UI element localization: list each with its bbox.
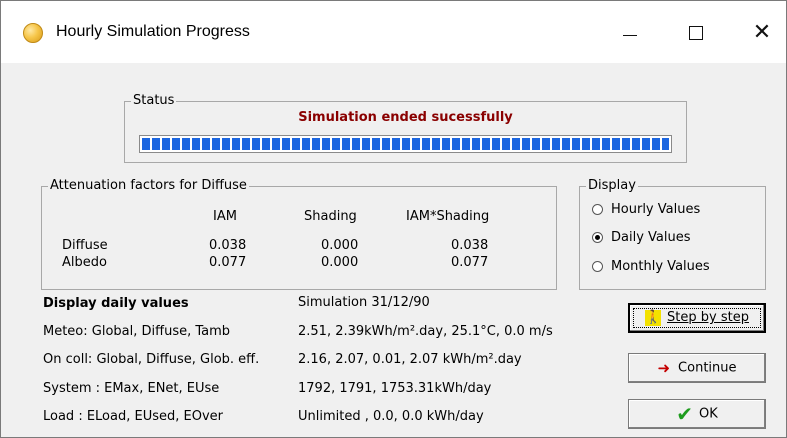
system-label: System : EMax, ENet, EUse	[43, 381, 220, 396]
attenuation-group: Attenuation factors for Diffuse IAM Shad…	[41, 179, 557, 290]
dialog-content: Status Simulation ended sucessfully Atte…	[1, 63, 786, 437]
load-value: Unlimited , 0.0, 0.0 kWh/day	[298, 409, 484, 424]
close-icon: ✕	[752, 19, 772, 44]
progress-bar-fill	[142, 138, 669, 150]
cell-diffuse-iam: 0.038	[209, 238, 247, 253]
continue-label: Continue	[678, 360, 737, 376]
arrow-right-icon: ➜	[657, 359, 671, 377]
simulation-date-label: Simulation 31/12/90	[298, 295, 430, 310]
column-header-iam-shading: IAM*Shading	[406, 209, 490, 224]
dialog-window: Hourly Simulation Progress ✕ Status Simu…	[0, 0, 787, 438]
cell-albedo-shading: 0.000	[321, 255, 359, 270]
display-group-title: Display	[586, 178, 638, 193]
focus-rect	[633, 308, 761, 328]
radio-daily-values[interactable]: Daily Values	[592, 230, 691, 246]
cell-albedo-iam: 0.077	[209, 255, 247, 270]
cell-albedo-iam-shading: 0.077	[451, 255, 489, 270]
radio-label: Monthly Values	[611, 259, 710, 274]
minimize-icon	[623, 35, 637, 37]
radio-dot	[592, 261, 603, 272]
title-bar[interactable]: Hourly Simulation Progress ✕	[1, 1, 786, 63]
check-icon: ✔	[676, 402, 693, 426]
maximize-button[interactable]	[673, 17, 719, 47]
ok-button[interactable]: ✔ OK	[628, 399, 766, 429]
progress-bar	[139, 135, 672, 153]
maximize-icon	[689, 25, 703, 40]
row-label-albedo: Albedo	[62, 255, 107, 270]
radio-label: Hourly Values	[611, 202, 701, 217]
status-group: Status Simulation ended sucessfully	[124, 94, 687, 163]
status-group-title: Status	[131, 93, 177, 108]
window-title: Hourly Simulation Progress	[56, 23, 250, 40]
column-header-shading: Shading	[304, 209, 357, 224]
radio-monthly-values[interactable]: Monthly Values	[592, 259, 710, 275]
app-sun-icon	[23, 23, 43, 43]
cell-diffuse-shading: 0.000	[321, 238, 359, 253]
on-coll-value: 2.16, 2.07, 0.01, 2.07 kWh/m².day	[298, 352, 522, 367]
on-coll-label: On coll: Global, Diffuse, Glob. eff.	[43, 352, 260, 367]
minimize-button[interactable]	[607, 17, 653, 47]
radio-label: Daily Values	[611, 230, 691, 245]
display-values-heading: Display daily values	[43, 296, 189, 311]
row-label-diffuse: Diffuse	[62, 238, 108, 253]
continue-button[interactable]: ➜ Continue	[628, 353, 766, 383]
meteo-label: Meteo: Global, Diffuse, Tamb	[43, 324, 231, 339]
system-value: 1792, 1791, 1753.31kWh/day	[298, 381, 492, 396]
close-button[interactable]: ✕	[739, 17, 785, 47]
attenuation-group-title: Attenuation factors for Diffuse	[48, 178, 249, 193]
column-header-iam: IAM	[213, 209, 237, 224]
ok-label: OK	[699, 406, 718, 422]
meteo-value: 2.51, 2.39kWh/m².day, 25.1°C, 0.0 m/s	[298, 324, 553, 339]
radio-hourly-values[interactable]: Hourly Values	[592, 202, 700, 218]
radio-dot	[592, 204, 603, 215]
cell-diffuse-iam-shading: 0.038	[451, 238, 489, 253]
status-message: Simulation ended sucessfully	[298, 110, 513, 125]
radio-dot-checked	[592, 232, 603, 243]
step-by-step-button[interactable]: 🚶 Step by step	[628, 303, 766, 333]
load-label: Load : ELoad, EUsed, EOver	[43, 409, 223, 424]
display-group: Display Hourly Values Daily Values Month…	[579, 179, 766, 290]
